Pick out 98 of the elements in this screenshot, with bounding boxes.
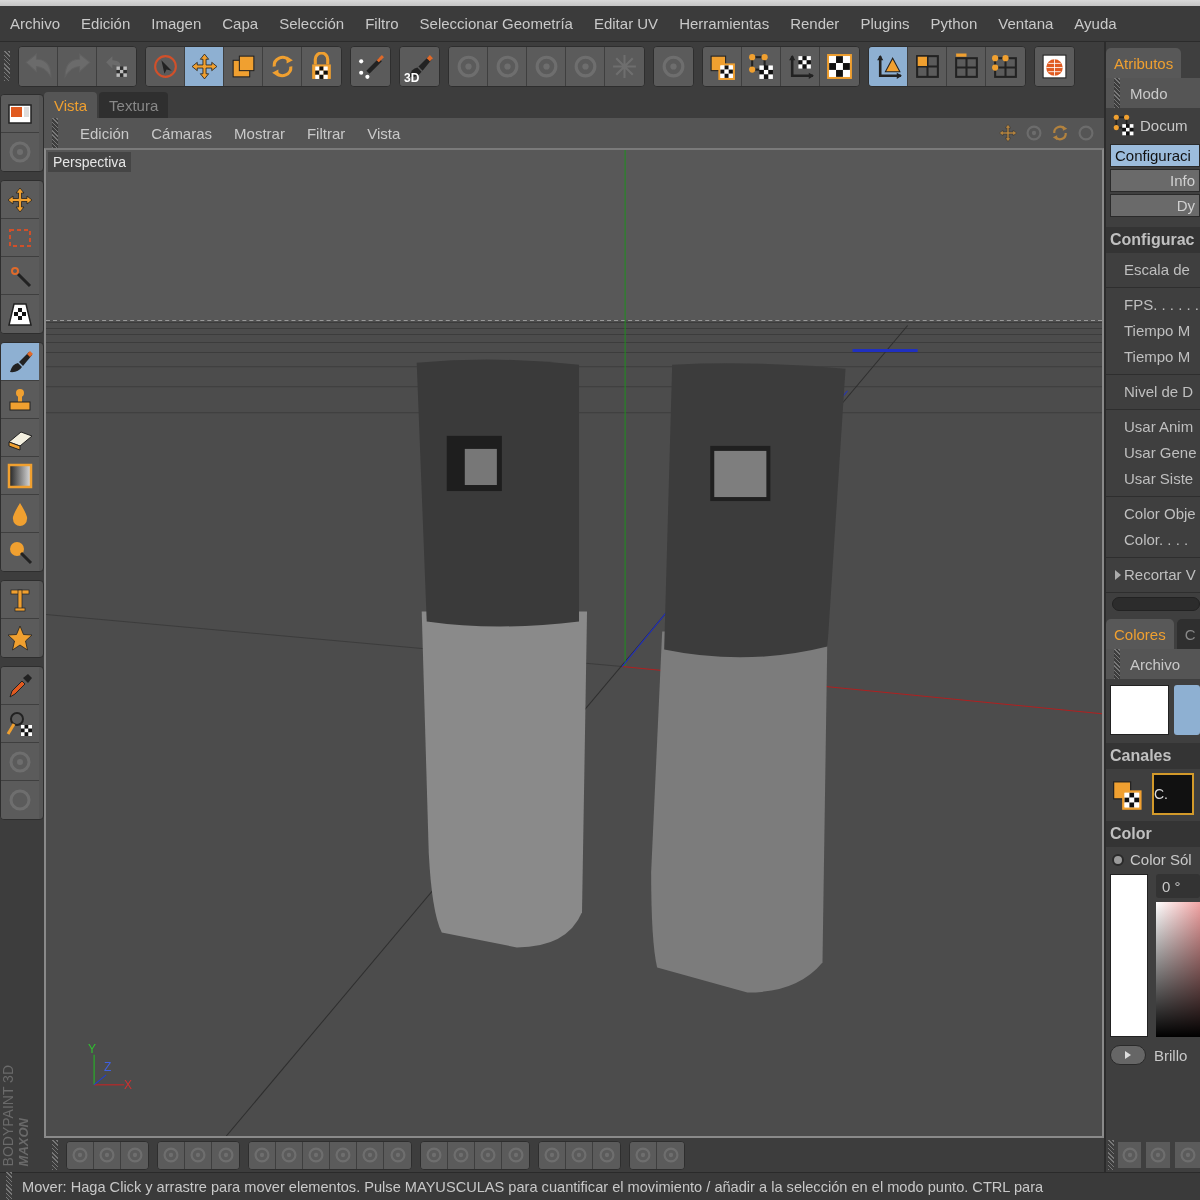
menu-item[interactable]: Edición (80, 124, 130, 142)
tool-button[interactable] (263, 46, 302, 86)
menu-item[interactable]: Selección (279, 15, 345, 32)
axis-label: X (124, 1078, 132, 1092)
field-label: Usar Gene (1124, 443, 1198, 463)
camera-label: Perspectiva (48, 152, 132, 172)
axis-label: Y (88, 1042, 96, 1056)
mode-button[interactable]: Info (1110, 169, 1200, 192)
field-label: Escala de (1124, 260, 1191, 280)
axis-label: Z (104, 1060, 112, 1074)
tool-button[interactable] (820, 46, 859, 86)
checker-points-icon (1112, 113, 1136, 137)
field-label: Nivel de D (1124, 382, 1195, 402)
star-icon (6, 624, 34, 652)
move-arrows-icon (6, 185, 34, 214)
field-label: Tiempo M (1124, 347, 1192, 367)
globe-icon (1040, 51, 1069, 81)
color-swatch[interactable] (1110, 685, 1170, 735)
menu-item[interactable]: Edición (81, 15, 131, 32)
menu-grip[interactable] (1114, 78, 1120, 108)
paint-3d-button[interactable]: 3D (400, 46, 439, 86)
menu-item[interactable]: Capa (222, 15, 259, 32)
menu-item[interactable]: Ayuda (1074, 15, 1117, 32)
field-label: Color. . . . (1124, 530, 1190, 550)
mode-button[interactable]: Dy (1110, 194, 1200, 217)
checker-points-icon (746, 51, 776, 81)
brightness-label: Brillo (1154, 1046, 1188, 1064)
triangle-icon (1124, 1051, 1132, 1059)
tool-button[interactable] (1, 95, 39, 133)
section-header: Configurac (1106, 227, 1200, 253)
toolbar-grip[interactable] (4, 51, 10, 81)
tool-button[interactable] (351, 46, 390, 86)
menu-item[interactable]: Python (930, 15, 978, 32)
menu-item[interactable]: Ventana (998, 15, 1054, 32)
magnifier-checker-icon (6, 709, 34, 738)
mode-button[interactable]: Configuraci (1110, 144, 1200, 167)
tool-button[interactable] (1, 705, 39, 743)
section-header: Color (1106, 821, 1200, 847)
section-header: Canales (1106, 743, 1200, 769)
field-label: Usar Siste (1124, 469, 1195, 489)
view-tab[interactable]: Vista (44, 92, 98, 118)
tool-button[interactable] (302, 46, 341, 86)
checker-icon (825, 51, 854, 81)
menu-item[interactable]: Render (790, 15, 840, 32)
menu-item[interactable]: Herramientas (679, 15, 770, 32)
radio-button[interactable] (1112, 853, 1124, 866)
checker-plane-icon (6, 300, 34, 328)
radio-label: Color Sól (1130, 851, 1192, 868)
menu-grip[interactable] (52, 118, 58, 148)
menu-item[interactable]: Vista (367, 124, 401, 142)
status-text: Mover: Haga Click y arrastre para mover elementos. Pulse MAYUSCULAS para cuantificar el movimiento / añadir a la selección en el modo punto. CTRL para (22, 1178, 1044, 1195)
tool-button[interactable] (1035, 46, 1074, 86)
gradient-square-icon (6, 461, 34, 490)
tool-button[interactable] (224, 46, 263, 86)
menu-grip[interactable] (1114, 649, 1120, 679)
menu-item[interactable]: Plugins (860, 15, 910, 32)
tool-button[interactable] (1, 457, 39, 495)
toolbar-grip[interactable] (52, 1140, 58, 1170)
status-grip (6, 1171, 12, 1200)
view-tab[interactable]: Textura (99, 92, 169, 118)
rotate-arrows-icon (1050, 123, 1070, 143)
tool-button[interactable] (1, 343, 39, 381)
brightness-toggle[interactable] (1110, 1045, 1146, 1065)
tool-button[interactable] (781, 46, 820, 86)
eyedropper-icon (6, 671, 34, 700)
menu-item[interactable]: Mostrar (234, 124, 285, 142)
menu-item[interactable]: Seleccionar Geometría (419, 15, 573, 32)
scroll-bar[interactable] (1112, 597, 1200, 611)
menu-item[interactable]: Filtro (365, 15, 399, 32)
group-label[interactable]: Recortar V (1124, 564, 1196, 586)
colors-tab[interactable]: C (1176, 619, 1200, 649)
field-label: Color Obje (1124, 504, 1197, 524)
color-swatch[interactable] (1174, 685, 1200, 735)
menu-item[interactable]: Imagen (151, 15, 202, 32)
tool-button[interactable] (742, 46, 781, 86)
tool-button[interactable] (1, 419, 39, 457)
field-label: FPS. . . . . . (1124, 295, 1200, 315)
menu-item[interactable]: Cámaras (151, 124, 213, 142)
tool-button[interactable] (908, 46, 947, 86)
field-label: Tiempo M (1124, 321, 1192, 341)
expand-arrow-icon[interactable] (1114, 570, 1122, 580)
field-label: Usar Anim (1124, 417, 1195, 437)
menu-item[interactable]: Filtrar (306, 124, 346, 142)
tool-button[interactable] (1, 295, 39, 333)
tool-button[interactable] (185, 46, 224, 86)
move-arrows-icon (189, 51, 219, 81)
color-picker-field[interactable] (1156, 902, 1200, 1037)
menu-item[interactable]: Archivo (10, 15, 61, 32)
tool-button[interactable] (703, 46, 742, 86)
hue-field[interactable]: 0 ° (1156, 874, 1200, 898)
tool-button[interactable] (869, 46, 908, 86)
menu-item[interactable]: Editar UV (593, 15, 659, 32)
tool-button[interactable] (986, 46, 1025, 86)
toolbar-grip[interactable] (1108, 1140, 1114, 1170)
channel-button[interactable]: C. (1152, 773, 1194, 815)
object-name: Docum (1140, 116, 1188, 134)
move-arrows-icon (998, 123, 1018, 143)
tool-button[interactable] (1, 181, 39, 219)
